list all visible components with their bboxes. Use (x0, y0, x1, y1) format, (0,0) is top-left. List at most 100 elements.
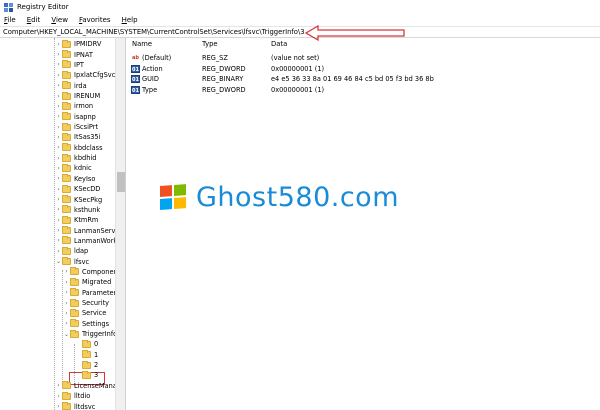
expand-chevron-icon[interactable]: › (55, 112, 62, 122)
tree-item-label: IPNAT (74, 50, 93, 59)
folder-icon (62, 163, 71, 172)
menu-help[interactable]: Help (122, 16, 138, 24)
expand-chevron-icon[interactable]: › (55, 101, 62, 111)
menu-file[interactable]: File (4, 16, 16, 24)
tree-item[interactable]: › IRENUM (55, 91, 100, 102)
tree-scrollbar-thumb[interactable] (117, 172, 125, 192)
tree-item[interactable]: › isapnp (55, 111, 96, 122)
expand-chevron-icon[interactable]: › (55, 132, 62, 142)
tree-item[interactable]: › KtmRm (55, 215, 98, 226)
collapse-chevron-icon[interactable] (75, 360, 82, 370)
tree-item[interactable]: › LanmanWorks (55, 236, 121, 247)
tree-item[interactable]: › lltdio (55, 391, 90, 402)
tree-item[interactable]: › irmon (55, 101, 93, 112)
tree-item[interactable]: › Security (63, 298, 109, 309)
expand-chevron-icon[interactable]: › (55, 402, 62, 410)
expand-chevron-icon[interactable]: › (63, 308, 70, 318)
tree-item[interactable]: › lltdsvc (55, 401, 95, 410)
tree-item-label: ksthunk (74, 205, 101, 214)
value-row[interactable]: ab (Default) REG_SZ (value not set) (127, 53, 600, 63)
folder-icon (62, 391, 71, 400)
tree-item-label: kbdclass (74, 143, 103, 152)
expand-chevron-icon[interactable]: › (55, 246, 62, 256)
collapse-chevron-icon[interactable] (75, 339, 82, 349)
tree-item[interactable]: 0 (75, 339, 98, 350)
value-row[interactable]: 01 Type REG_DWORD 0x00000001 (1) (127, 85, 600, 95)
values-pane[interactable]: Name Type Data ab (Default) REG_SZ (value n… (127, 38, 600, 410)
menu-favorites[interactable]: Favorites (79, 16, 111, 24)
expand-chevron-icon[interactable]: › (55, 60, 62, 70)
value-row[interactable]: 01 Action REG_DWORD 0x00000001 (1) (127, 64, 600, 74)
column-type[interactable]: Type (202, 40, 218, 48)
tree-item-label: lltdsvc (74, 402, 96, 410)
tree-item[interactable]: › Migrated (63, 277, 111, 288)
binary-value-icon: 01 (131, 75, 140, 83)
expand-chevron-icon[interactable]: › (55, 122, 62, 132)
collapse-chevron-icon[interactable] (75, 370, 82, 380)
expand-chevron-icon[interactable]: › (63, 298, 70, 308)
tree-item[interactable]: › Parameters (63, 287, 120, 298)
tree-item[interactable]: › irda (55, 80, 87, 91)
expand-chevron-icon[interactable]: › (55, 215, 62, 225)
expand-chevron-icon[interactable]: › (55, 81, 62, 91)
tree-item[interactable]: › KSecPkg (55, 194, 102, 205)
tree-item[interactable]: › kbdclass (55, 143, 103, 154)
expand-chevron-icon[interactable]: › (55, 153, 62, 163)
expand-chevron-icon[interactable]: › (55, 391, 62, 401)
tree-item[interactable]: › KSecDD (55, 184, 100, 195)
tree-item[interactable]: 2 (75, 360, 98, 371)
expand-chevron-icon[interactable]: › (63, 267, 70, 277)
tree-item[interactable]: › Settings (63, 318, 109, 329)
expand-chevron-icon[interactable]: › (55, 236, 62, 246)
value-data: e4 e5 36 33 8a 01 69 46 84 c5 bd 05 f3 b… (271, 75, 434, 83)
registry-tree[interactable]: › IPMIDRV › IPNAT › IPT › IpxlatCfgSvc › irda › IRE… (0, 38, 126, 410)
collapse-chevron-icon[interactable]: ⌄ (55, 257, 62, 267)
expand-chevron-icon[interactable]: › (55, 143, 62, 153)
tree-item[interactable]: 1 (75, 350, 98, 361)
tree-item[interactable]: › iScsiPrt (55, 122, 98, 133)
expand-chevron-icon[interactable]: › (55, 70, 62, 80)
collapse-chevron-icon[interactable]: ⌄ (63, 329, 70, 339)
tree-item[interactable]: › ldap (55, 246, 88, 257)
value-data: 0x00000001 (1) (271, 64, 325, 73)
binary-value-icon: 01 (131, 85, 140, 94)
expand-chevron-icon[interactable]: › (55, 184, 62, 194)
expand-chevron-icon[interactable]: › (55, 163, 62, 173)
expand-chevron-icon[interactable]: › (55, 195, 62, 205)
expand-chevron-icon[interactable]: › (63, 288, 70, 298)
tree-item[interactable]: › Service (63, 308, 106, 319)
tree-item-label: IRENUM (74, 92, 101, 100)
tree-item[interactable]: › IPNAT (55, 49, 93, 60)
column-data[interactable]: Data (271, 40, 287, 48)
value-row[interactable]: 01 GUID REG_BINARY e4 e5 36 33 8a 01 69 46 … (127, 74, 600, 84)
expand-chevron-icon[interactable]: › (55, 91, 62, 101)
tree-item[interactable]: ⌄ TriggerInfo (63, 329, 117, 340)
tree-item[interactable]: › IPMIDRV (55, 39, 101, 50)
tree-item[interactable]: › LanmanServer (55, 225, 122, 236)
expand-chevron-icon[interactable]: › (63, 319, 70, 329)
tree-item[interactable]: › kdnic (55, 163, 92, 174)
tree-item[interactable]: › LicenseManag (55, 381, 121, 392)
tree-item[interactable]: ⌄ lfsvc (55, 256, 89, 267)
menu-view[interactable]: View (51, 16, 68, 24)
tree-item[interactable]: › IPT (55, 60, 84, 71)
column-name[interactable]: Name (132, 40, 152, 48)
expand-chevron-icon[interactable]: › (55, 39, 62, 49)
expand-chevron-icon[interactable]: › (55, 381, 62, 391)
expand-chevron-icon[interactable]: › (55, 205, 62, 215)
title-bar: Registry Editor (0, 0, 600, 14)
expand-chevron-icon[interactable]: › (63, 277, 70, 287)
tree-item[interactable]: › kbdhid (55, 153, 96, 164)
tree-item[interactable]: 3 (75, 370, 98, 381)
tree-scrollbar[interactable] (115, 38, 125, 410)
collapse-chevron-icon[interactable] (75, 350, 82, 360)
expand-chevron-icon[interactable]: › (55, 226, 62, 236)
tree-item[interactable]: › ItSas35i (55, 132, 100, 143)
tree-item[interactable]: › Componen (63, 267, 118, 278)
expand-chevron-icon[interactable]: › (55, 174, 62, 184)
tree-item[interactable]: › KeyIso (55, 174, 95, 185)
menu-edit[interactable]: Edit (27, 16, 41, 24)
tree-item[interactable]: › IpxlatCfgSvc (55, 70, 115, 81)
expand-chevron-icon[interactable]: › (55, 50, 62, 60)
tree-item[interactable]: › ksthunk (55, 205, 100, 216)
